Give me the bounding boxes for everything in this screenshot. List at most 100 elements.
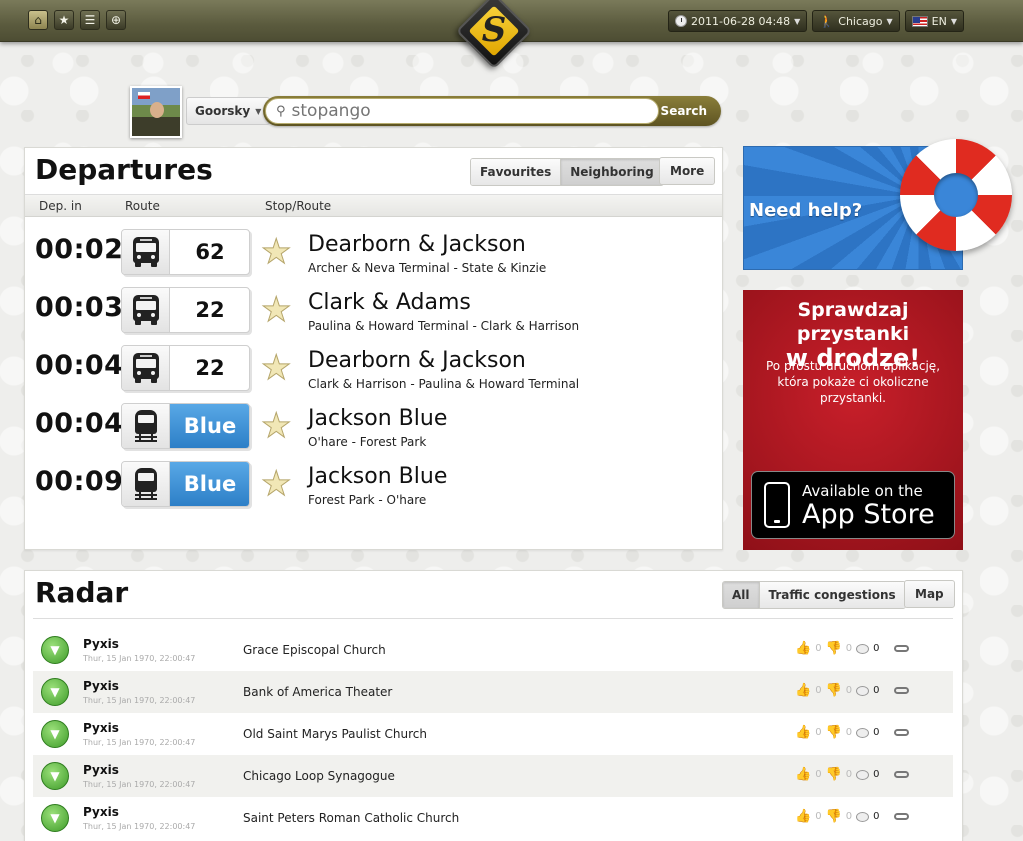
thumbs-up-icon[interactable]: 👍 — [795, 683, 811, 698]
app-store-button[interactable]: Available on the App Store — [751, 471, 955, 539]
user-dropdown[interactable]: Goorsky ▼ — [186, 97, 271, 125]
thumbs-up-icon[interactable]: 👍 — [795, 767, 811, 782]
globe-icon[interactable]: ⊕ — [106, 10, 126, 30]
search-button[interactable]: Search — [661, 96, 707, 126]
link-icon[interactable] — [893, 645, 909, 652]
route-badge[interactable]: Blue — [121, 403, 250, 449]
list-icon[interactable]: ☰ — [80, 10, 100, 30]
link-icon[interactable] — [893, 813, 909, 820]
radar-row[interactable]: ▼ Pyxis Thur, 15 Jan 1970, 22:00:47 Bank… — [33, 671, 953, 713]
radar-place[interactable]: Saint Peters Roman Catholic Church — [243, 811, 459, 825]
favourite-star-icon[interactable]: ★ — [260, 351, 292, 386]
stop-name[interactable]: Dearborn & Jackson — [308, 232, 526, 257]
radar-author[interactable]: Pyxis — [83, 763, 119, 777]
map-button[interactable]: Map — [904, 580, 955, 608]
link-icon[interactable] — [893, 687, 909, 694]
radar-place[interactable]: Old Saint Marys Paulist Church — [243, 727, 427, 741]
like-count: 0 — [815, 811, 822, 822]
radar-date: Thur, 15 Jan 1970, 22:00:47 — [83, 822, 196, 831]
radar-title: Radar — [35, 576, 129, 609]
radar-stats: 👍 0 👎 0 0 — [795, 725, 909, 740]
departure-row[interactable]: 00:04 22 ★ Dearborn & Jackson Clark & Ha… — [25, 340, 722, 392]
app-store-big-text: App Store — [802, 499, 935, 530]
departure-row[interactable]: 00:02 62 ★ Dearborn & Jackson Archer & N… — [25, 224, 722, 276]
radar-author[interactable]: Pyxis — [83, 805, 119, 819]
route-number: Blue — [170, 404, 249, 448]
thumbs-up-icon[interactable]: 👍 — [795, 809, 811, 824]
star-icon[interactable]: ★ — [54, 10, 74, 30]
dislike-count: 0 — [845, 769, 853, 780]
walker-icon: 🚶 — [819, 14, 835, 28]
stop-name[interactable]: Clark & Adams — [308, 290, 471, 315]
route-badge[interactable]: 22 — [121, 345, 250, 391]
radar-author[interactable]: Pyxis — [83, 679, 119, 693]
home-icon[interactable]: ⌂ — [28, 10, 48, 30]
departure-time: 00:09 — [35, 466, 124, 497]
radar-author[interactable]: Pyxis — [83, 637, 119, 651]
radar-row[interactable]: ▼ Pyxis Thur, 15 Jan 1970, 22:00:47 Grac… — [33, 629, 953, 671]
datetime-dropdown[interactable]: 2011-06-28 04:48 ▼ — [668, 10, 808, 32]
radar-pin-icon: ▼ — [41, 762, 69, 790]
tab-neighboring[interactable]: Neighboring — [560, 159, 663, 185]
thumbs-down-icon[interactable]: 👎 — [826, 725, 842, 740]
route-direction: Paulina & Howard Terminal - Clark & Harr… — [308, 319, 580, 333]
route-badge[interactable]: 22 — [121, 287, 250, 333]
like-count: 0 — [815, 685, 822, 696]
favourite-star-icon[interactable]: ★ — [260, 467, 292, 502]
user-name: Goorsky — [195, 104, 251, 118]
comment-icon[interactable] — [856, 685, 870, 696]
radar-place[interactable]: Bank of America Theater — [243, 685, 392, 699]
thumbs-up-icon[interactable]: 👍 — [795, 641, 811, 656]
stop-name[interactable]: Jackson Blue — [308, 406, 447, 431]
chevron-down-icon: ▼ — [794, 16, 801, 26]
thumbs-down-icon[interactable]: 👎 — [826, 809, 842, 824]
route-direction: Clark & Harrison - Paulina & Howard Term… — [308, 377, 580, 391]
more-button[interactable]: More — [659, 157, 716, 185]
favourite-star-icon[interactable]: ★ — [260, 293, 292, 328]
radar-author[interactable]: Pyxis — [83, 721, 119, 735]
link-icon[interactable] — [893, 729, 909, 736]
stop-name[interactable]: Dearborn & Jackson — [308, 348, 526, 373]
app-promo-banner: Sprawdzaj przystanki w drodze! Po prostu… — [743, 290, 963, 550]
departure-row[interactable]: 00:04 Blue ★ Jackson Blue O'hare - Fores… — [25, 398, 722, 450]
radar-place[interactable]: Grace Episcopal Church — [243, 643, 386, 657]
comment-count: 0 — [873, 727, 880, 738]
comment-icon[interactable] — [856, 727, 870, 738]
radar-row[interactable]: ▼ Pyxis Thur, 15 Jan 1970, 22:00:47 Old … — [33, 713, 953, 755]
tab-traffic-congestions[interactable]: Traffic congestions — [758, 582, 905, 608]
language-dropdown[interactable]: EN ▼ — [904, 10, 964, 32]
clock-icon — [675, 15, 688, 27]
city-dropdown[interactable]: 🚶 Chicago ▼ — [812, 10, 900, 32]
route-badge[interactable]: 62 — [121, 229, 250, 275]
bus-icon — [122, 288, 170, 332]
departure-row[interactable]: 00:03 22 ★ Clark & Adams Paulina & Howar… — [25, 282, 722, 334]
radar-place[interactable]: Chicago Loop Synagogue — [243, 769, 395, 783]
thumbs-down-icon[interactable]: 👎 — [826, 683, 842, 698]
tab-favourites[interactable]: Favourites — [471, 159, 561, 185]
radar-pin-icon: ▼ — [41, 636, 69, 664]
comment-icon[interactable] — [856, 811, 870, 822]
departure-row[interactable]: 00:09 Blue ★ Jackson Blue Forest Park - … — [25, 456, 722, 508]
stop-name[interactable]: Jackson Blue — [308, 464, 447, 489]
thumbs-down-icon[interactable]: 👎 — [826, 767, 842, 782]
chevron-down-icon: ▼ — [255, 106, 262, 116]
need-help-text: Need help? — [749, 200, 863, 221]
thumbs-down-icon[interactable]: 👎 — [826, 641, 842, 656]
comment-icon[interactable] — [856, 643, 870, 654]
comment-icon[interactable] — [856, 769, 870, 780]
app-store-small-text: Available on the — [802, 482, 923, 500]
favourite-star-icon[interactable]: ★ — [260, 235, 292, 270]
top-settings: 2011-06-28 04:48 ▼ 🚶 Chicago ▼ EN ▼ — [668, 10, 964, 32]
route-direction: Archer & Neva Terminal - State & Kinzie — [308, 261, 547, 275]
favourite-star-icon[interactable]: ★ — [260, 409, 292, 444]
thumbs-up-icon[interactable]: 👍 — [795, 725, 811, 740]
radar-row[interactable]: ▼ Pyxis Thur, 15 Jan 1970, 22:00:47 Chic… — [33, 755, 953, 797]
search-input[interactable] — [291, 101, 632, 121]
route-badge[interactable]: Blue — [121, 461, 250, 507]
search-bar: ⚲ Search — [263, 96, 721, 126]
link-icon[interactable] — [893, 771, 909, 778]
tab-all[interactable]: All — [723, 582, 759, 608]
radar-row[interactable]: ▼ Pyxis Thur, 15 Jan 1970, 22:00:47 Sain… — [33, 797, 953, 839]
need-help-banner[interactable]: Need help? — [743, 139, 1012, 270]
avatar[interactable] — [130, 86, 182, 138]
